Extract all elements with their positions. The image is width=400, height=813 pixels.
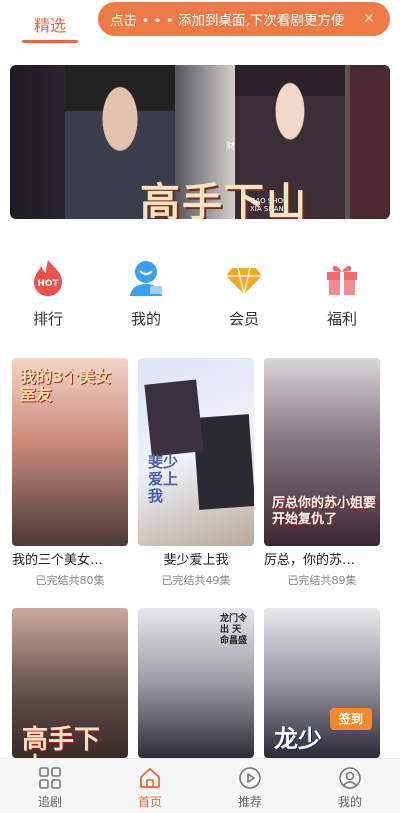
poster-title-text: 厉总你的苏小姐要开始复仇了: [272, 496, 377, 527]
poster-title-text: 高手下山: [22, 725, 101, 758]
drama-poster[interactable]: 斐少爱上我: [138, 358, 254, 546]
banner-next-slide-peek: [350, 65, 390, 219]
banner-carousel[interactable]: 财 高手下山 GAO SHOU XIA SHAN: [10, 65, 390, 219]
add-to-desktop-toast[interactable]: 点击 • • • 添加到桌面,下次看剧更方便 ✕: [98, 2, 390, 36]
drama-episode-status: 已完结共89集: [287, 574, 357, 587]
menu-item-ranking[interactable]: HOT 排行: [8, 255, 88, 335]
toast-text: 点击 • • • 添加到桌面,下次看剧更方便: [110, 13, 345, 29]
drama-poster[interactable]: 龙门令出 天命昌盛: [138, 608, 254, 758]
nav-label-recommend: 推荐: [237, 795, 262, 809]
drama-title: 我的三个美女…: [12, 553, 104, 568]
hot-flame-icon: HOT: [34, 260, 62, 296]
grid-icon: [39, 767, 61, 789]
profile-icon: [339, 767, 361, 789]
drama-episode-status: 已完结共80集: [35, 574, 105, 587]
drama-poster[interactable]: 签到 龙少: [264, 608, 380, 758]
drama-title: 斐少爱上我: [163, 553, 229, 568]
menu-label-vip: 会员: [228, 310, 259, 328]
drama-poster[interactable]: 我的3个美女室友: [12, 358, 128, 546]
nav-label-profile: 我的: [337, 795, 362, 809]
drama-poster[interactable]: 厉总你的苏小姐要开始复仇了: [264, 358, 380, 546]
poster-title-text: 龙少: [274, 725, 322, 753]
play-icon: [239, 767, 261, 789]
gift-icon: [327, 265, 357, 295]
nav-item-recommend[interactable]: 推荐: [200, 759, 300, 813]
poster-title-text: 龙门令出 天命昌盛: [220, 614, 248, 646]
menu-item-vip[interactable]: 会员: [204, 255, 284, 335]
hot-badge: HOT: [37, 279, 59, 289]
banner-subtitle-line2: XIA SHAN: [250, 205, 284, 213]
poster-title-text: 斐少爱上我: [148, 453, 179, 505]
diamond-icon: [226, 267, 262, 295]
poster-actor-frame: [192, 414, 254, 510]
nav-item-home[interactable]: 首页: [100, 759, 200, 813]
bottom-nav: 追剧 首页 推荐 我的: [0, 758, 400, 813]
drama-poster[interactable]: 高手下山: [12, 608, 128, 758]
poster-title-text: 我的3个美女室友: [20, 367, 112, 404]
banner-subtitle-line1: GAO SHOU: [250, 197, 289, 205]
home-icon: [140, 768, 160, 788]
menu-label-mine: 我的: [130, 310, 161, 328]
drama-title: 厉总，你的苏…: [264, 553, 356, 568]
tab-featured[interactable]: 精选: [22, 12, 78, 36]
nav-label-following: 追剧: [37, 795, 62, 809]
menu-label-benefits: 福利: [326, 310, 357, 328]
menu-item-mine[interactable]: 我的: [106, 255, 186, 335]
tab-underline: [22, 40, 78, 43]
menu-item-benefits[interactable]: 福利: [302, 255, 382, 335]
user-icon: [130, 261, 162, 296]
quick-menu: HOT 排行 我的 会员 福利: [0, 255, 400, 335]
nav-item-following[interactable]: 追剧: [0, 759, 100, 813]
poster-actress-frame: [144, 379, 204, 457]
close-icon[interactable]: ✕: [360, 10, 378, 28]
banner-tag: 财: [226, 142, 236, 152]
drama-episode-status: 已完结共49集: [161, 574, 231, 587]
banner-subtitle: GAO SHOU XIA SHAN: [250, 197, 288, 213]
nav-item-profile[interactable]: 我的: [300, 759, 400, 813]
nav-label-home: 首页: [137, 795, 162, 809]
menu-label-ranking: 排行: [32, 310, 63, 328]
